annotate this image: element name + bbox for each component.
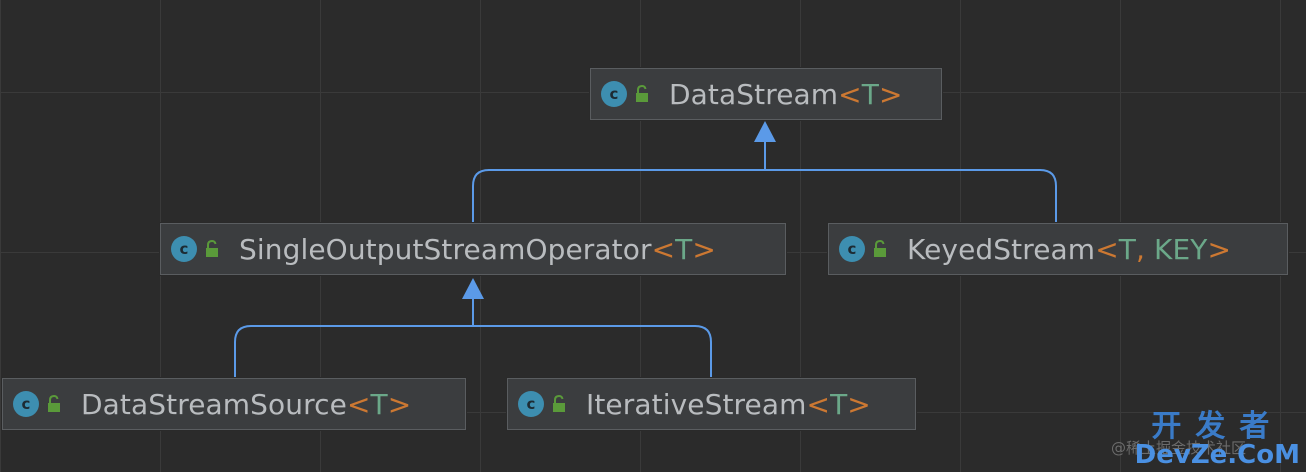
node-label: DataStreamSource<T> <box>81 388 411 421</box>
arrowhead-datastream-icon <box>754 121 776 142</box>
edge-source-to-single-output <box>234 325 473 377</box>
angle-close: > <box>387 387 412 421</box>
class-icon: c <box>601 81 627 107</box>
node-label: DataStream<T> <box>669 78 903 111</box>
unlocked-icon <box>636 85 648 102</box>
node-single-output-stream-operator[interactable]: c SingleOutputStreamOperator<T> <box>160 223 786 275</box>
edge-single-output-to-datastream <box>472 169 765 222</box>
node-datastream[interactable]: c DataStream<T> <box>590 68 942 120</box>
class-icon: c <box>171 236 197 262</box>
type-param: KEY <box>1153 232 1208 266</box>
type-param: T <box>1118 232 1136 266</box>
arrowhead-single-output-icon <box>462 278 484 299</box>
unlocked-icon <box>206 240 218 257</box>
angle-close: > <box>692 232 716 266</box>
angle-close: > <box>1207 232 1232 266</box>
unlocked-icon <box>874 240 886 257</box>
class-name: IterativeStream <box>586 387 807 421</box>
type-param: T <box>861 77 879 111</box>
type-param: T <box>370 387 388 421</box>
edge-keyed-to-datastream <box>765 169 1057 222</box>
angle-open: < <box>346 387 371 421</box>
class-name: KeyedStream <box>907 232 1096 266</box>
unlocked-icon <box>553 395 565 412</box>
angle-open: < <box>838 77 862 111</box>
watermark-cn: 开发者 <box>1151 409 1284 444</box>
angle-open: < <box>651 232 676 266</box>
class-icon: c <box>13 391 39 417</box>
param-separator: , <box>1135 232 1154 266</box>
watermark-en: DevZe.CoM <box>1134 440 1300 470</box>
edge-iterative-to-single-output <box>473 325 712 377</box>
class-name: DataStreamSource <box>81 387 347 421</box>
class-name: SingleOutputStreamOperator <box>239 232 652 266</box>
node-label: SingleOutputStreamOperator<T> <box>239 233 716 266</box>
watermark: 开发者 DevZe.CoM <box>1134 409 1300 470</box>
node-iterative-stream[interactable]: c IterativeStream<T> <box>507 378 916 430</box>
type-param: T <box>675 232 693 266</box>
angle-open: < <box>806 387 831 421</box>
node-datastream-source[interactable]: c DataStreamSource<T> <box>2 378 466 430</box>
class-icon: c <box>839 236 865 262</box>
node-label: IterativeStream<T> <box>586 388 871 421</box>
diagram-canvas: c DataStream<T> c SingleOutputStreamOper… <box>0 0 1306 472</box>
node-label: KeyedStream<T, KEY> <box>907 233 1231 266</box>
angle-open: < <box>1095 232 1119 266</box>
angle-close: > <box>847 387 871 421</box>
type-param: T <box>830 387 848 421</box>
class-icon: c <box>518 391 544 417</box>
class-name: DataStream <box>669 77 839 111</box>
unlocked-icon <box>48 395 60 412</box>
node-keyed-stream[interactable]: c KeyedStream<T, KEY> <box>828 223 1288 275</box>
angle-close: > <box>878 77 903 111</box>
